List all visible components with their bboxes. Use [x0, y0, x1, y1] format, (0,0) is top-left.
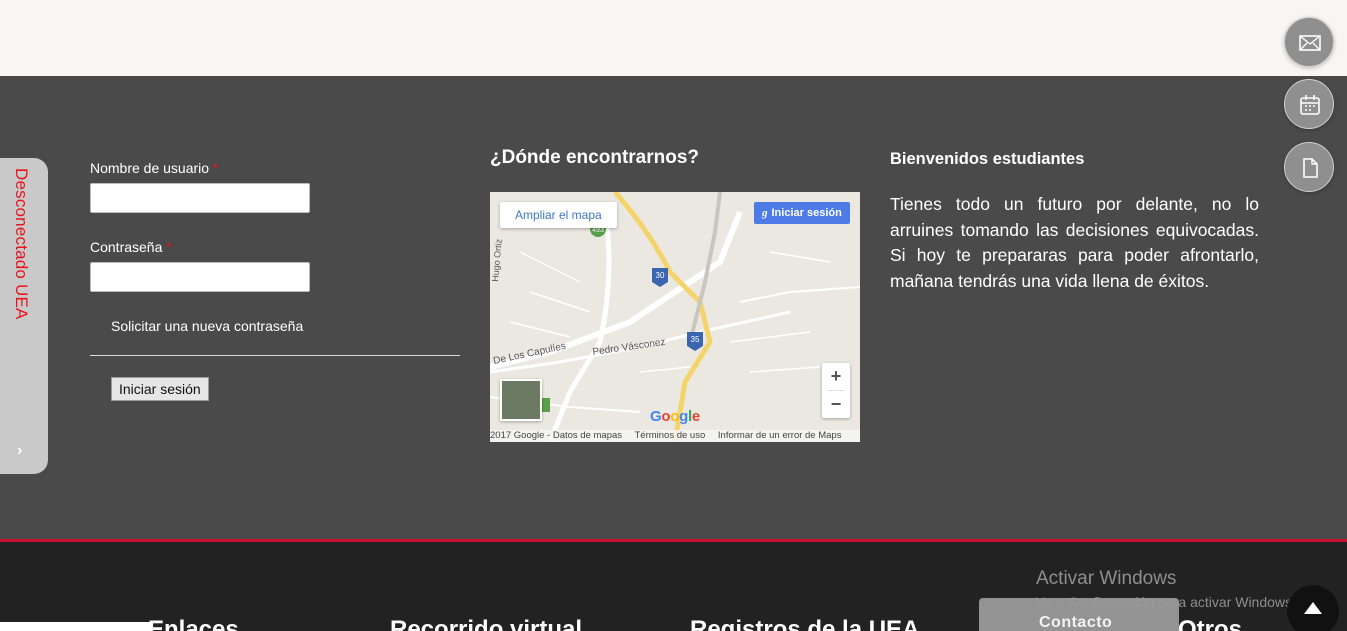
username-label: Nombre de usuario *	[90, 160, 219, 176]
activation-watermark-title: Activar Windows	[1036, 568, 1177, 589]
map-terms-link[interactable]: Términos de uso	[635, 430, 706, 441]
google-logo: Google	[650, 408, 700, 425]
footer-heading-registers: Registros de la UEA	[690, 616, 920, 631]
welcome-heading: Bienvenidos estudiantes	[890, 150, 1085, 168]
mail-button[interactable]	[1284, 17, 1334, 67]
footer-left-strip	[0, 622, 150, 631]
scroll-to-top-button[interactable]	[1287, 585, 1339, 631]
footer-heading-links: Enlaces	[148, 616, 239, 631]
session-side-tab[interactable]: Desconectado UEA ›	[0, 158, 48, 474]
password-label: Contraseña *	[90, 239, 172, 255]
arrow-up-icon	[1304, 602, 1322, 614]
map-report-link[interactable]: Informar de un error de Maps	[718, 430, 842, 441]
top-band	[0, 0, 1347, 76]
map-heading: ¿Dónde encontrarnos?	[490, 147, 700, 168]
google-g-icon: g	[762, 207, 768, 219]
required-mark: *	[212, 160, 219, 176]
login-form: Nombre de usuario * Contraseña * Solicit…	[90, 160, 460, 401]
google-map[interactable]: 493 30 35 De Los Capulíes Pedro Vásconez…	[490, 192, 860, 442]
shield-30: 30	[656, 271, 665, 280]
zoom-in-button[interactable]: +	[822, 363, 850, 390]
welcome-text: Tienes todo un futuro por delante, no lo…	[890, 194, 1259, 292]
map-attribution: 2017 Google - Datos de mapas Términos de…	[490, 430, 860, 442]
zoom-out-button[interactable]: −	[822, 391, 850, 418]
shield-493: 493	[592, 227, 604, 234]
document-button[interactable]	[1284, 142, 1334, 192]
forgot-password-link[interactable]: Solicitar una nueva contraseña	[111, 318, 460, 334]
form-divider	[90, 355, 460, 356]
enlarge-map-button[interactable]: Ampliar el mapa	[500, 202, 617, 228]
contact-tab[interactable]: Contacto	[979, 598, 1179, 631]
chevron-right-icon[interactable]: ›	[17, 442, 22, 460]
contact-label: Contacto	[1039, 614, 1113, 631]
map-signin-button[interactable]: g Iniciar sesión	[754, 202, 850, 224]
map-roads: 493 30 35 De Los Capulíes Pedro Vásconez…	[490, 192, 860, 442]
username-input[interactable]	[90, 183, 310, 213]
satellite-toggle[interactable]	[500, 379, 542, 421]
login-button[interactable]: Iniciar sesión	[111, 377, 209, 401]
footer-heading-others: Otros	[1178, 616, 1243, 631]
calendar-icon	[1300, 95, 1320, 115]
map-copyright: 2017 Google - Datos de mapas	[490, 430, 623, 441]
required-mark: *	[166, 239, 172, 255]
password-input[interactable]	[90, 262, 310, 292]
session-status-label: Desconectado UEA	[12, 168, 31, 320]
calendar-button[interactable]	[1284, 79, 1334, 129]
footer-heading-virtual-tour: Recorrido virtual	[390, 616, 583, 631]
document-icon	[1303, 158, 1318, 178]
shield-35: 35	[691, 335, 700, 344]
zoom-control: + −	[822, 363, 850, 418]
mail-icon	[1299, 35, 1321, 51]
